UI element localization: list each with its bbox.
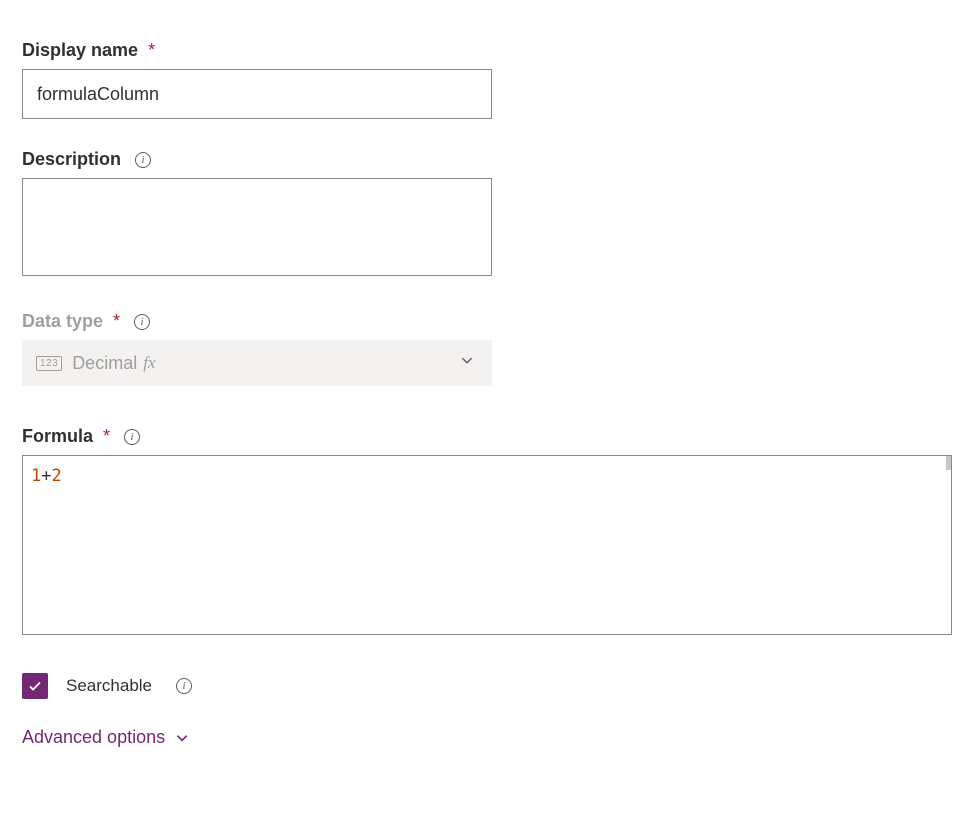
formula-token-number: 2 (52, 466, 62, 486)
info-icon[interactable]: i (135, 152, 151, 168)
searchable-label: Searchable (66, 676, 152, 696)
display-name-label-row: Display name * (22, 40, 953, 61)
info-icon[interactable]: i (124, 429, 140, 445)
formula-editor[interactable]: 1+2 (22, 455, 952, 635)
chevron-down-icon (175, 731, 189, 745)
chevron-down-icon (460, 351, 474, 372)
formula-token-number: 1 (31, 466, 41, 486)
data-type-label-row: Data type * i (22, 311, 953, 332)
fx-icon: fx (143, 353, 155, 373)
data-type-label: Data type (22, 311, 103, 332)
data-type-field: Data type * i 123 Decimal fx (22, 311, 953, 386)
display-name-input[interactable] (22, 69, 492, 119)
formula-token-operator: + (41, 466, 51, 486)
display-name-label: Display name (22, 40, 138, 61)
formula-field: Formula * i 1+2 (22, 426, 953, 635)
description-label-row: Description i (22, 149, 953, 170)
info-icon[interactable]: i (176, 678, 192, 694)
description-field: Description i (22, 149, 953, 281)
scrollbar[interactable] (946, 456, 951, 470)
info-icon[interactable]: i (134, 314, 150, 330)
data-type-value: Decimal (72, 353, 137, 374)
searchable-row: Searchable i (22, 673, 953, 699)
data-type-dropdown: 123 Decimal fx (22, 340, 492, 386)
formula-label-row: Formula * i (22, 426, 953, 447)
required-marker: * (113, 311, 120, 332)
description-input[interactable] (22, 178, 492, 276)
required-marker: * (148, 40, 155, 61)
required-marker: * (103, 426, 110, 447)
description-label: Description (22, 149, 121, 170)
advanced-options-label: Advanced options (22, 727, 165, 748)
formula-label: Formula (22, 426, 93, 447)
advanced-options-toggle[interactable]: Advanced options (22, 727, 953, 748)
searchable-checkbox[interactable] (22, 673, 48, 699)
number-type-icon: 123 (36, 356, 62, 371)
display-name-field: Display name * (22, 40, 953, 119)
